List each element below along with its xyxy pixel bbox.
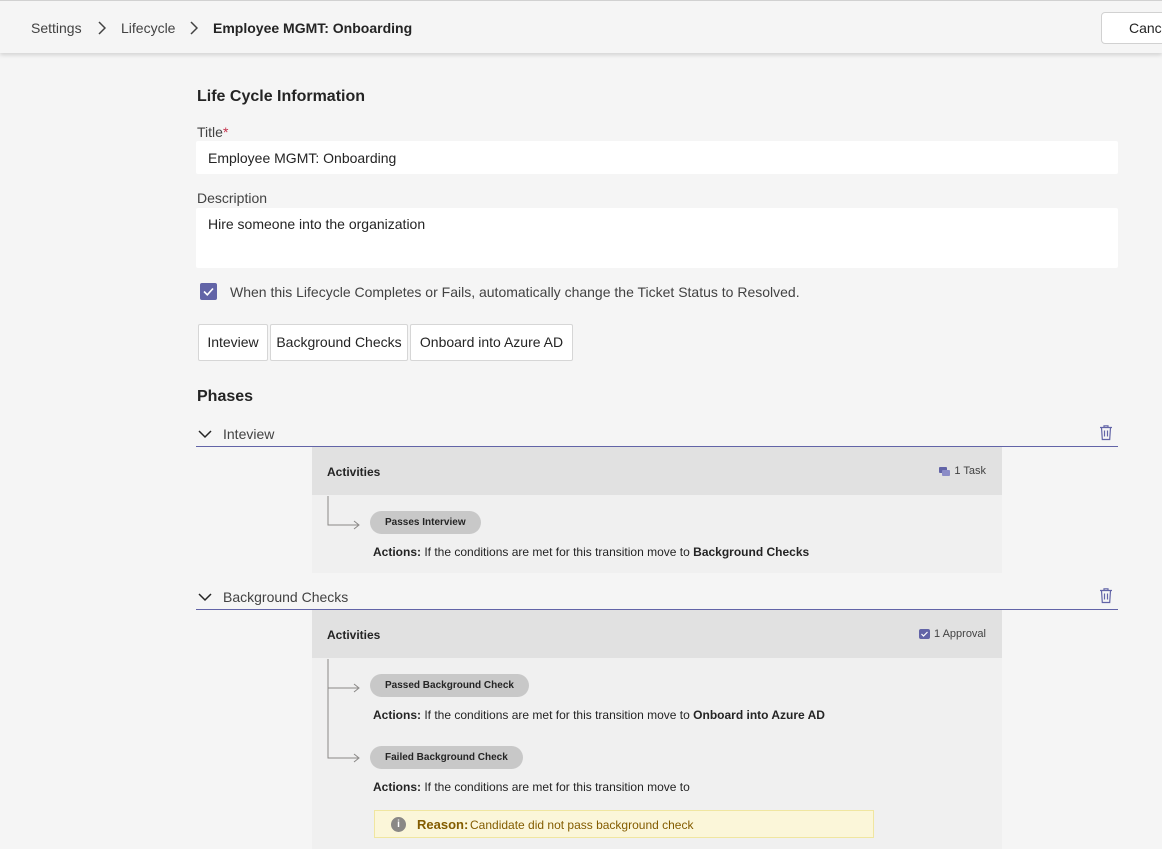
- reason-text: Candidate did not pass background check: [470, 818, 694, 832]
- activity-count-label: 1 Approval: [934, 628, 986, 640]
- breadcrumb-settings[interactable]: Settings: [31, 20, 82, 36]
- actions-target[interactable]: Background Checks: [693, 545, 809, 559]
- activities-header: Activities 1 Task: [312, 447, 1002, 495]
- approval-icon: [919, 629, 931, 639]
- required-mark: *: [222, 124, 229, 140]
- actions-text: If the conditions are met for this trans…: [424, 708, 690, 722]
- description-label: Description: [197, 190, 268, 206]
- actions-text: If the conditions are met for this trans…: [424, 780, 690, 794]
- actions-label: Actions:: [373, 708, 421, 722]
- transition-connector: [327, 496, 360, 530]
- activities-header: Activities 1 Approval: [312, 610, 1002, 658]
- chevron-right-icon: [98, 21, 106, 35]
- trash-icon[interactable]: [1098, 424, 1114, 441]
- transition-actions: Actions: If the conditions are met for t…: [373, 708, 825, 722]
- cancel-button[interactable]: Cance: [1101, 12, 1162, 44]
- transition-connector: [327, 659, 360, 763]
- tab-inteview[interactable]: Inteview: [198, 324, 268, 361]
- description-input[interactable]: Hire someone into the organization: [196, 208, 1118, 268]
- actions-label: Actions:: [373, 780, 421, 794]
- reason-label: Reason:: [417, 817, 469, 832]
- reason-banner: i Reason: Candidate did not pass backgro…: [374, 810, 874, 838]
- checkmark-icon: [203, 287, 214, 296]
- phases-title: Phases: [197, 388, 254, 405]
- auto-resolve-label: When this Lifecycle Completes or Fails, …: [230, 284, 800, 300]
- actions-target[interactable]: Onboard into Azure AD: [693, 708, 825, 722]
- transition-pill[interactable]: Passed Background Check: [370, 674, 529, 697]
- phase-name: Background Checks: [223, 589, 349, 605]
- transition-actions: Actions: If the conditions are met for t…: [373, 545, 809, 559]
- phase-header-inteview[interactable]: Inteview: [196, 423, 1118, 447]
- chevron-right-icon: [190, 21, 198, 35]
- activity-count: 1 Task: [939, 465, 986, 477]
- title-label: Title*: [197, 124, 228, 140]
- activities-title: Activities: [327, 465, 381, 479]
- breadcrumb-lifecycle[interactable]: Lifecycle: [121, 20, 175, 36]
- transition-pill[interactable]: Failed Background Check: [370, 746, 523, 769]
- actions-text: If the conditions are met for this trans…: [424, 545, 690, 559]
- auto-resolve-checkbox[interactable]: [200, 283, 217, 300]
- activities-title: Activities: [327, 628, 381, 642]
- activity-count-label: 1 Task: [954, 465, 986, 477]
- activities-panel: Activities 1 Task Passes Interview Actio…: [312, 447, 1002, 573]
- title-input[interactable]: [196, 141, 1118, 174]
- transition-pill[interactable]: Passes Interview: [370, 511, 481, 534]
- tab-onboard-azure-ad[interactable]: Onboard into Azure AD: [410, 324, 573, 361]
- info-icon: i: [391, 817, 406, 832]
- section-title: Life Cycle Information: [197, 88, 366, 105]
- trash-icon[interactable]: [1098, 587, 1114, 604]
- top-bar: Settings Lifecycle Employee MGMT: Onboar…: [0, 0, 1162, 53]
- tab-background-checks[interactable]: Background Checks: [270, 324, 408, 361]
- title-label-text: Title: [197, 124, 223, 140]
- phase-header-background-checks[interactable]: Background Checks: [196, 586, 1118, 610]
- activity-count: 1 Approval: [919, 628, 986, 640]
- chevron-down-icon[interactable]: [198, 592, 212, 602]
- breadcrumb-current: Employee MGMT: Onboarding: [213, 20, 413, 36]
- task-icon: [939, 467, 951, 476]
- chevron-down-icon[interactable]: [198, 429, 212, 439]
- transition-actions: Actions: If the conditions are met for t…: [373, 780, 690, 794]
- phase-name: Inteview: [223, 426, 275, 442]
- actions-label: Actions:: [373, 545, 421, 559]
